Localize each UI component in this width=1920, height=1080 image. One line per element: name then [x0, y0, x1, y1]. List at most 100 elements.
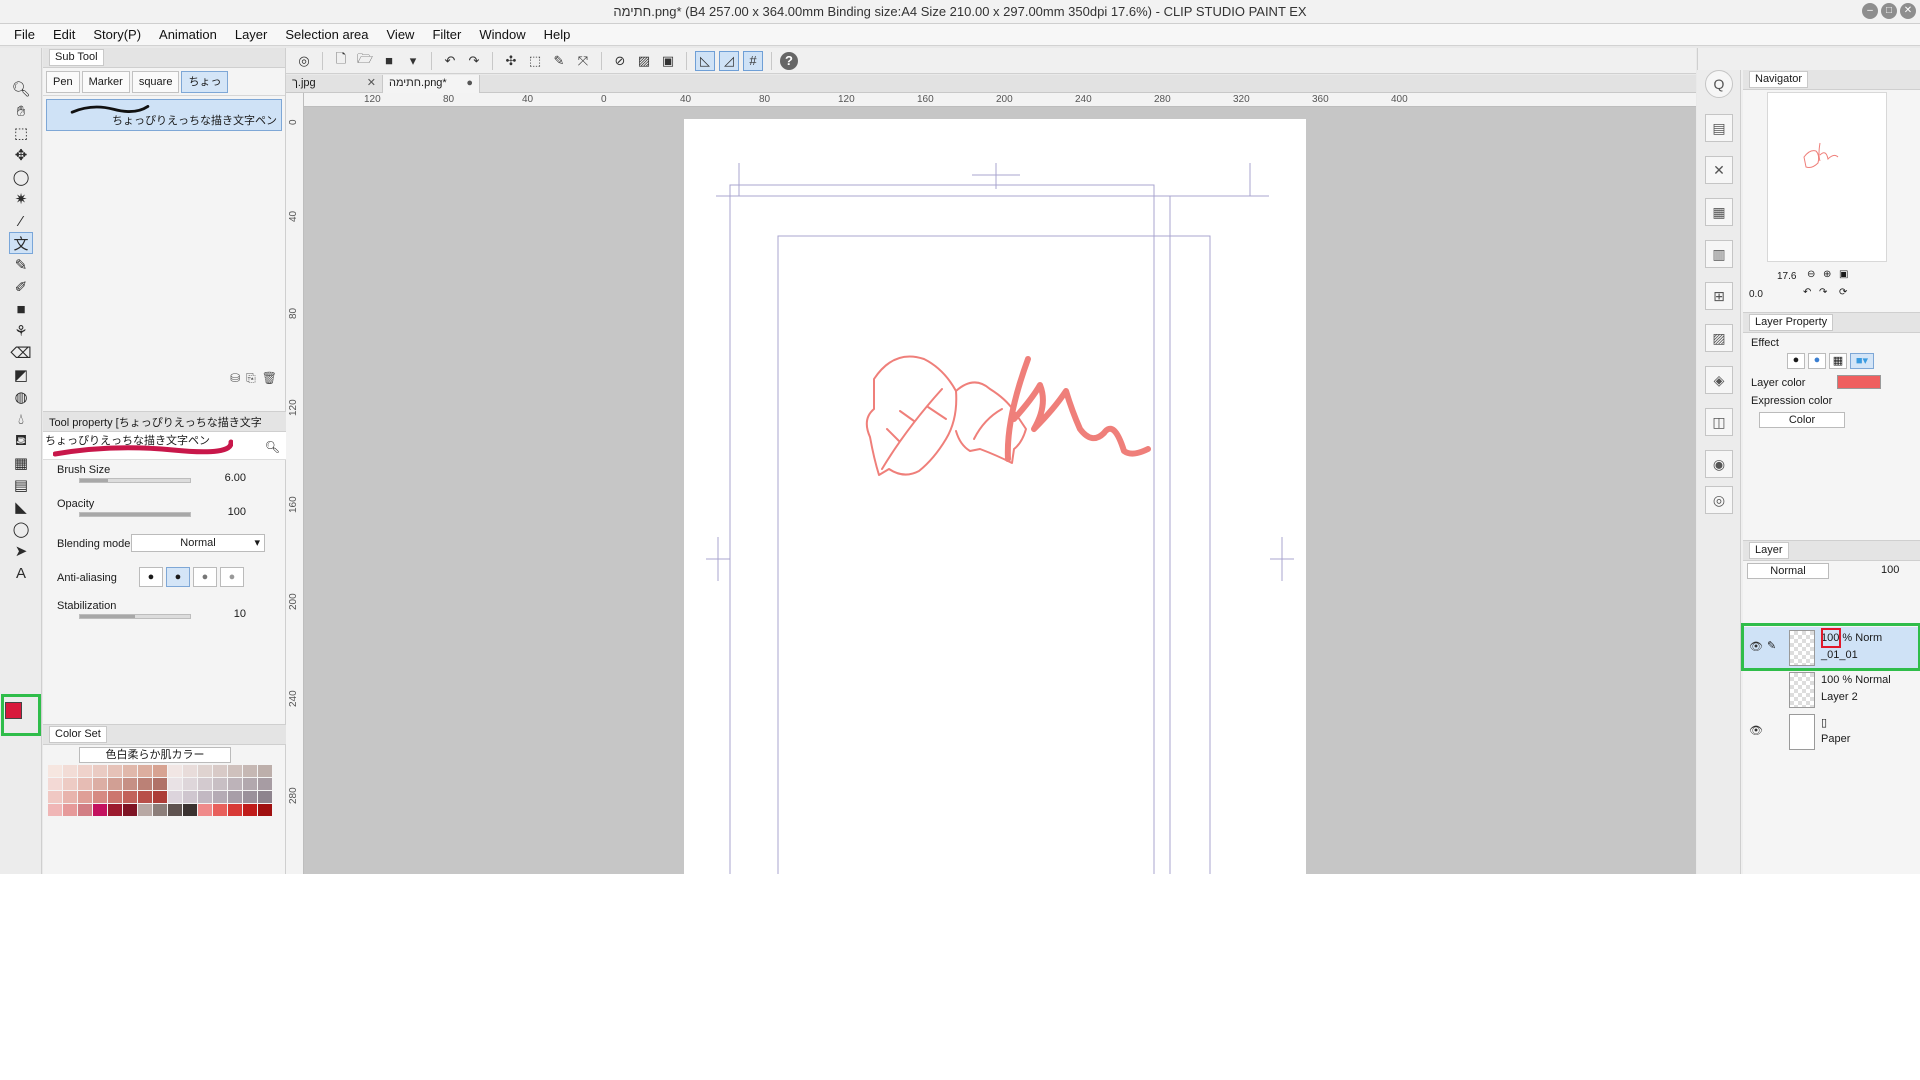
color-swatch[interactable]: [198, 778, 212, 790]
zoom-in-icon[interactable]: ⊕: [1823, 269, 1831, 280]
material-tone-icon[interactable]: ⊞: [1705, 282, 1733, 310]
material-pattern-icon[interactable]: ▦: [1705, 198, 1733, 226]
ruler-tool-icon[interactable]: ◣: [9, 496, 33, 518]
color-swatch[interactable]: [243, 778, 257, 790]
color-swatch[interactable]: [228, 765, 242, 777]
gradient-tool-icon[interactable]: ◩: [9, 364, 33, 386]
color-swatch[interactable]: [228, 778, 242, 790]
blending-select[interactable]: Normal ▾: [131, 534, 265, 552]
antialias-weak-button[interactable]: ●: [166, 567, 190, 587]
color-swatch[interactable]: [213, 791, 227, 803]
color-swatch[interactable]: [108, 778, 122, 790]
unsaved-dot-icon[interactable]: ●: [466, 75, 473, 92]
extract-line-icon[interactable]: ●: [1808, 353, 1826, 369]
antialias-medium-button[interactable]: ●: [193, 567, 217, 587]
scale-icon[interactable]: ⤧: [573, 51, 593, 71]
document-tab[interactable]: ך.jpg ✕: [286, 75, 383, 93]
tone-effect-icon[interactable]: ▦: [1829, 353, 1847, 369]
brush-zoom-icon[interactable]: 🔍︎: [265, 440, 280, 454]
color-swatch[interactable]: [138, 778, 152, 790]
zoom-tool-icon[interactable]: 🔍︎: [9, 78, 33, 100]
magic-wand-tool-icon[interactable]: ✷: [9, 188, 33, 210]
color-swatch[interactable]: [93, 804, 107, 816]
brush-size-slider[interactable]: [79, 478, 191, 483]
layer-color-swatch[interactable]: [1837, 375, 1881, 389]
text-tool-icon[interactable]: A: [9, 562, 33, 584]
hand-tool-icon[interactable]: ✋︎: [9, 100, 33, 122]
zoom-value[interactable]: 17.6: [1777, 271, 1796, 282]
border-effect-icon[interactable]: ●: [1787, 353, 1805, 369]
color-swatch[interactable]: [108, 804, 122, 816]
menu-story[interactable]: Story(P): [93, 27, 141, 42]
color-swatch[interactable]: [63, 804, 77, 816]
color-swatch[interactable]: [63, 778, 77, 790]
rotate-left-icon[interactable]: ↶: [1803, 287, 1811, 298]
color-swatch[interactable]: [243, 804, 257, 816]
color-swatch[interactable]: [78, 778, 92, 790]
menu-edit[interactable]: Edit: [53, 27, 75, 42]
layer-name[interactable]: Paper: [1821, 733, 1850, 745]
layer-tab[interactable]: Layer: [1749, 542, 1789, 559]
delete-subtool-icon[interactable]: 🗑︎: [262, 371, 277, 386]
color-swatch[interactable]: [153, 791, 167, 803]
frame-icon[interactable]: ▣: [658, 51, 678, 71]
color-swatch[interactable]: [138, 804, 152, 816]
antialias-strong-button[interactable]: ●: [220, 567, 244, 587]
color-set-tab[interactable]: Color Set: [49, 726, 107, 743]
brush-size-value[interactable]: 6.00: [225, 472, 246, 484]
layer-row[interactable]: 👁︎ ▯ Paper: [1743, 711, 1920, 753]
color-swatch[interactable]: [78, 791, 92, 803]
close-icon[interactable]: ✕: [367, 75, 376, 92]
material-3d-icon[interactable]: ◈: [1705, 366, 1733, 394]
color-swatch[interactable]: [108, 765, 122, 777]
color-swatch[interactable]: [153, 804, 167, 816]
material-background-icon[interactable]: ◎: [1705, 486, 1733, 514]
brush-list-item[interactable]: ちょっぴりえっちな描き文字ペン: [46, 99, 282, 131]
move-layer-tool-icon[interactable]: ✥: [9, 144, 33, 166]
snap-special-ruler-icon[interactable]: ◿: [719, 50, 739, 71]
open-folder-icon[interactable]: 🗁: [355, 51, 375, 71]
color-swatch[interactable]: [138, 765, 152, 777]
pattern-tool-icon[interactable]: ▦: [9, 452, 33, 474]
color-swatch[interactable]: [48, 778, 62, 790]
color-swatch[interactable]: [183, 804, 197, 816]
color-swatch[interactable]: [123, 765, 137, 777]
color-swatch[interactable]: [198, 765, 212, 777]
color-swatch[interactable]: [168, 791, 182, 803]
color-swatch[interactable]: [78, 765, 92, 777]
menu-filter[interactable]: Filter: [432, 27, 461, 42]
material-icon[interactable]: ▤: [1705, 114, 1733, 142]
tab-custom-pen[interactable]: ちょっ: [181, 71, 229, 93]
tab-marker[interactable]: Marker: [81, 71, 130, 93]
color-swatch[interactable]: [78, 804, 92, 816]
help-icon[interactable]: ?: [780, 51, 798, 70]
material-image-icon[interactable]: ▨: [1705, 324, 1733, 352]
color-swatch[interactable]: [213, 778, 227, 790]
pencil-tool-icon[interactable]: ✎: [9, 254, 33, 276]
material-brush-icon[interactable]: ✕: [1705, 156, 1733, 184]
antialias-none-button[interactable]: ●: [139, 567, 163, 587]
frame-border-tool-icon[interactable]: ▤: [9, 474, 33, 496]
transform-icon[interactable]: ✎: [549, 51, 569, 71]
layer-name[interactable]: Layer 2: [1821, 691, 1858, 703]
material-object-icon[interactable]: ◫: [1705, 408, 1733, 436]
eyedropper-tool-icon[interactable]: ⁄: [9, 210, 33, 232]
expression-color-select[interactable]: Color: [1759, 412, 1845, 428]
menu-window[interactable]: Window: [479, 27, 525, 42]
brush-tool-icon[interactable]: ✐: [9, 276, 33, 298]
color-swatch[interactable]: [258, 804, 272, 816]
color-swatch[interactable]: [258, 791, 272, 803]
save-icon[interactable]: ■: [379, 51, 399, 71]
stabilization-value[interactable]: 10: [234, 608, 246, 620]
minimize-button[interactable]: –: [1862, 3, 1878, 19]
color-swatch[interactable]: [198, 791, 212, 803]
deselect-icon[interactable]: ⬚: [525, 51, 545, 71]
document-tab-active[interactable]: חתימה.png* ●: [383, 75, 480, 93]
color-swatch[interactable]: [183, 791, 197, 803]
color-swatch[interactable]: [183, 765, 197, 777]
clear-icon[interactable]: ⊘: [610, 51, 630, 71]
color-swatch[interactable]: [213, 804, 227, 816]
sub-tool-tab[interactable]: Sub Tool: [49, 49, 104, 66]
color-swatch[interactable]: [213, 765, 227, 777]
color-swatch[interactable]: [63, 765, 77, 777]
